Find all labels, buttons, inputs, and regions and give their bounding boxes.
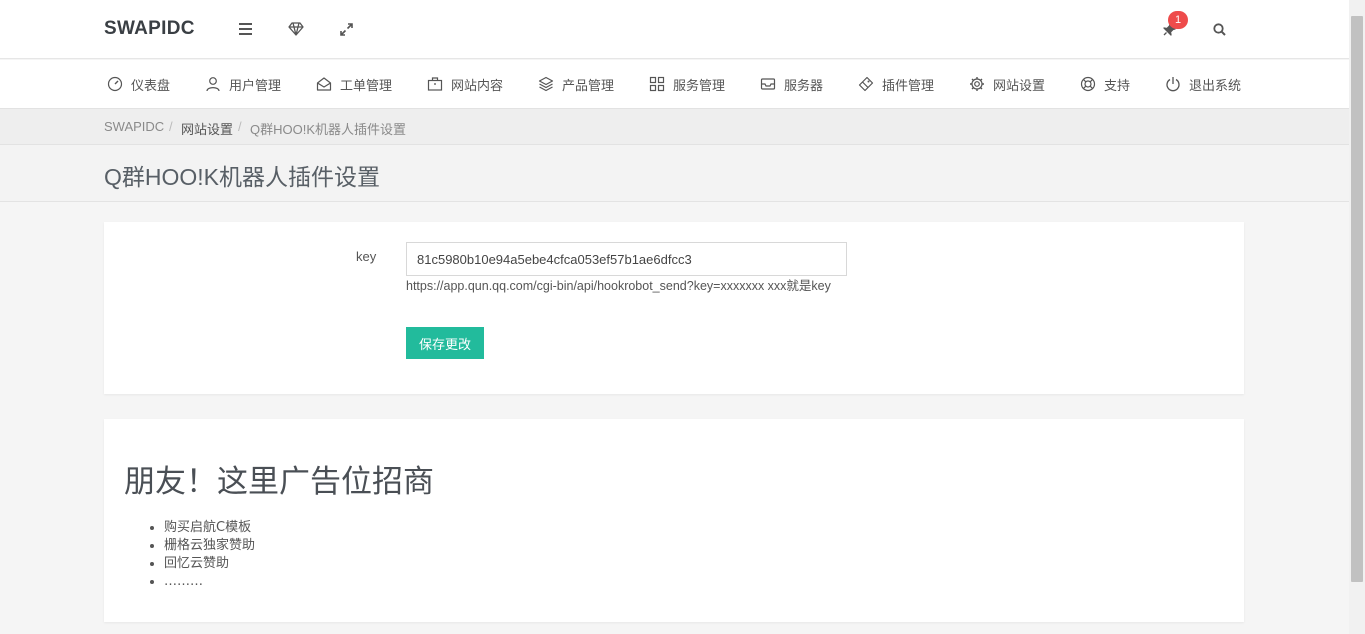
briefcase-icon	[427, 77, 443, 91]
nav-label: 支持	[1104, 78, 1131, 94]
nav-item-plugins[interactable]: 插件管理	[858, 60, 934, 108]
vertical-scrollbar[interactable]	[1349, 0, 1365, 634]
dashboard-icon	[107, 76, 123, 92]
inbox-icon	[316, 77, 332, 91]
breadcrumb-home[interactable]: SWAPIDC	[104, 119, 164, 134]
list-item: 栅格云独家赞助	[164, 537, 255, 555]
nav-label: 插件管理	[882, 78, 935, 94]
brand-logo[interactable]: SWAPIDC	[104, 18, 195, 40]
nav-item-site-settings[interactable]: 网站设置	[969, 60, 1045, 108]
nav-label: 服务管理	[673, 78, 726, 94]
diamond-icon[interactable]	[285, 18, 307, 40]
nav-label: 用户管理	[229, 78, 282, 94]
server-tray-icon	[760, 78, 776, 90]
nav-item-dashboard[interactable]: 仪表盘	[107, 60, 170, 108]
nav-label: 服务器	[784, 78, 824, 94]
list-item: 回忆云赞助	[164, 555, 255, 573]
nav-item-users[interactable]: 用户管理	[205, 60, 281, 108]
search-icon[interactable]	[1208, 18, 1230, 40]
nav-label: 退出系统	[1189, 78, 1242, 94]
breadcrumb-separator: /	[238, 119, 242, 134]
user-icon	[206, 77, 220, 92]
expand-icon[interactable]	[335, 18, 357, 40]
list-item: 购买启航C模板	[164, 519, 255, 537]
notification-badge[interactable]: 1	[1168, 11, 1188, 29]
nav-item-content[interactable]: 网站内容	[427, 60, 503, 108]
ad-panel: 朋友！这里广告位招商 购买启航C模板 栅格云独家赞助 回忆云赞助 ………	[104, 419, 1244, 622]
key-help-text: https://app.qun.qq.com/cgi-bin/api/hookr…	[406, 279, 831, 293]
top-bar: SWAPIDC 1	[0, 0, 1349, 59]
nav-label: 网站设置	[993, 78, 1046, 94]
nav-item-tickets[interactable]: 工单管理	[316, 60, 392, 108]
breadcrumb-current: Q群HOO!K机器人插件设置	[250, 122, 407, 137]
ad-title: 朋友！这里广告位招商	[124, 464, 434, 500]
nav-item-services[interactable]: 服务管理	[649, 60, 725, 108]
breadcrumb: SWAPIDC / 网站设置 / Q群HOO!K机器人插件设置	[0, 109, 1349, 145]
lifebuoy-icon	[1080, 76, 1096, 92]
nav-item-servers[interactable]: 服务器	[760, 60, 823, 108]
nav-label: 工单管理	[340, 78, 393, 94]
scrollbar-thumb[interactable]	[1351, 16, 1363, 582]
nav-label: 网站内容	[451, 78, 504, 94]
gear-icon	[970, 77, 984, 91]
grid-icon	[649, 76, 665, 92]
menu-icon[interactable]	[235, 18, 257, 40]
breadcrumb-site-settings[interactable]: 网站设置	[181, 119, 233, 138]
breadcrumb-separator: /	[169, 119, 173, 134]
nav-label: 产品管理	[562, 78, 615, 94]
layers-icon	[538, 76, 554, 92]
save-button[interactable]: 保存更改	[406, 327, 484, 359]
nav-item-products[interactable]: 产品管理	[538, 60, 614, 108]
page-title: Q群HOO!K机器人插件设置	[104, 164, 381, 190]
main-nav: 仪表盘 用户管理 工单管理 网站内容 产品管理 服务管理 服务器 插件管理 网站…	[0, 60, 1349, 109]
ad-list: 购买启航C模板 栅格云独家赞助 回忆云赞助 ………	[164, 519, 255, 591]
nav-item-logout[interactable]: 退出系统	[1165, 60, 1241, 108]
nav-label: 仪表盘	[131, 78, 171, 94]
list-item: ………	[164, 573, 255, 591]
key-label: key	[356, 249, 377, 264]
plugin-icon	[858, 76, 874, 92]
nav-item-support[interactable]: 支持	[1080, 60, 1130, 108]
page-header: Q群HOO!K机器人插件设置	[0, 145, 1349, 202]
key-input[interactable]	[406, 242, 847, 276]
power-icon	[1166, 77, 1180, 92]
settings-panel: key https://app.qun.qq.com/cgi-bin/api/h…	[104, 222, 1244, 394]
